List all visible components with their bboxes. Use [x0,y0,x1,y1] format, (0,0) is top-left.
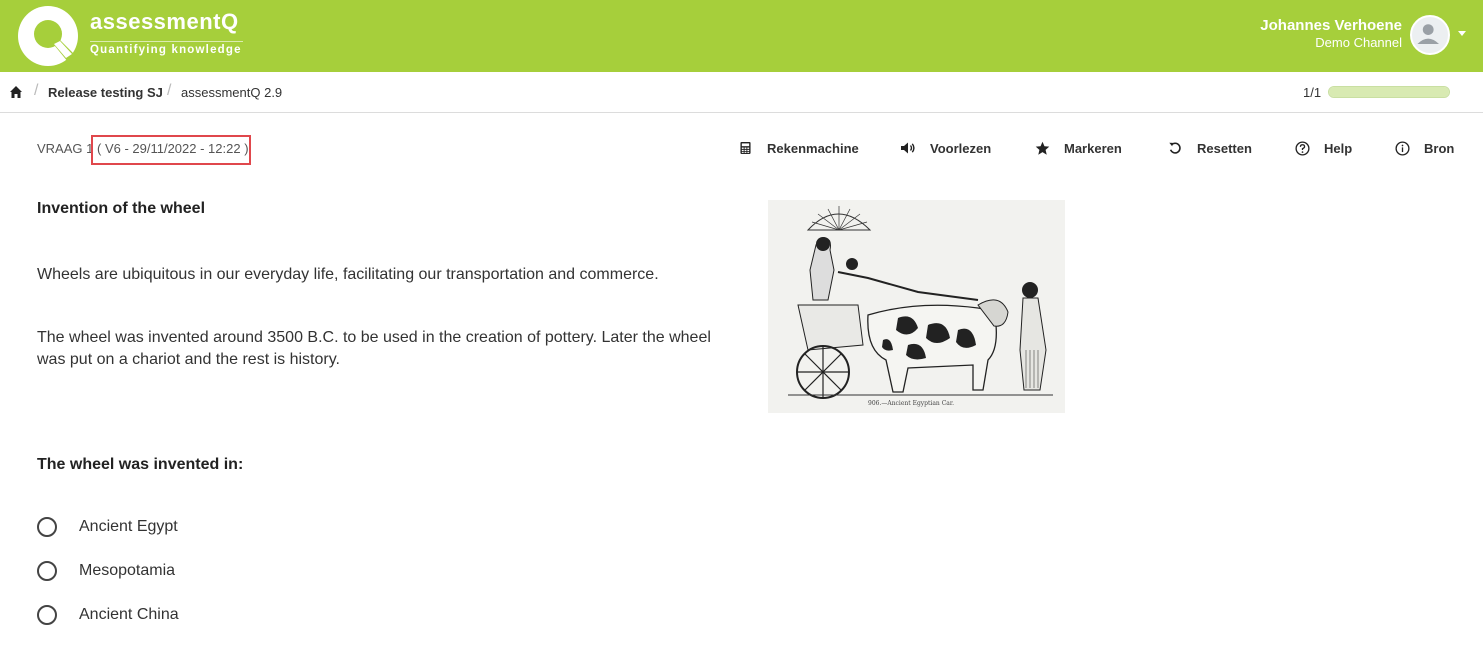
radio-button[interactable] [37,517,57,537]
help-icon [1294,140,1310,156]
radio-button[interactable] [37,605,57,625]
logo-tagline: Quantifying knowledge [90,41,243,56]
star-icon [1034,140,1050,156]
logo-q-icon[interactable] [16,4,80,68]
breadcrumb-separator: / [167,82,172,99]
info-icon [1394,140,1410,156]
egyptian-chariot-image [768,200,1065,413]
logo-title: assessmentQ [90,9,239,34]
read-aloud-button[interactable]: Voorlezen [900,139,991,157]
speaker-icon [900,140,916,156]
avatar[interactable] [1410,15,1450,55]
answer-option[interactable]: Ancient China [37,605,179,625]
content-title: Invention of the wheel [37,200,206,217]
progress-fill [1329,87,1449,97]
source-button[interactable]: Bron [1394,139,1454,157]
breadcrumb-item-release[interactable]: Release testing SJ [48,85,163,100]
question-number: VRAAG 1 [37,141,94,156]
user-channel: Demo Channel [1315,35,1402,50]
radio-button[interactable] [37,561,57,581]
answer-option[interactable]: Mesopotamia [37,561,175,581]
calculator-button[interactable]: Rekenmachine [737,139,859,157]
logo-wordmark: assessmentQ Quantifying knowledge [90,9,243,56]
app-header: assessmentQ Quantifying knowledge Johann… [0,0,1483,72]
answer-option[interactable]: Ancient Egypt [37,517,178,537]
chevron-down-icon[interactable] [1458,31,1466,36]
progress-label: 1/1 [1303,85,1322,100]
breadcrumb-item-current: assessmentQ 2.9 [181,85,283,100]
user-info[interactable]: Johannes Verhoene Demo Channel [1260,17,1402,50]
help-label: Help [1324,140,1353,156]
breadcrumb-separator: / [34,82,39,99]
calculator-icon [737,140,753,156]
content-paragraph: The wheel was invented around 3500 B.C. … [37,329,711,368]
breadcrumb: / Release testing SJ / assessmentQ 2.9 1… [0,72,1483,113]
user-name: Johannes Verhoene [1260,17,1402,34]
chariot-illustration: 906.—Ancient Egyptian Car. [768,200,1065,413]
answer-option-label[interactable]: Mesopotamia [79,562,175,580]
mark-label: Markeren [1064,140,1122,156]
read-aloud-label: Voorlezen [930,140,992,156]
content-paragraph: Wheels are ubiquitous in our everyday li… [37,266,659,283]
question-prompt: The wheel was invented in: [37,456,244,473]
source-label: Bron [1424,140,1455,156]
mark-button[interactable]: Markeren [1034,139,1122,157]
user-avatar-icon [1417,24,1439,44]
answer-option-label[interactable]: Ancient Egypt [79,518,178,536]
progress-bar [1328,86,1450,98]
image-caption: 906.—Ancient Egyptian Car. [868,400,954,407]
reset-icon [1167,140,1183,156]
calculator-label: Rekenmachine [767,140,859,156]
help-button[interactable]: Help [1294,139,1352,157]
home-icon[interactable] [9,85,23,99]
question-version: ( V6 - 29/11/2022 - 12:22 ) [97,141,249,156]
reset-label: Resetten [1197,140,1252,156]
reset-button[interactable]: Resetten [1167,139,1252,157]
answer-option-label[interactable]: Ancient China [79,606,179,624]
